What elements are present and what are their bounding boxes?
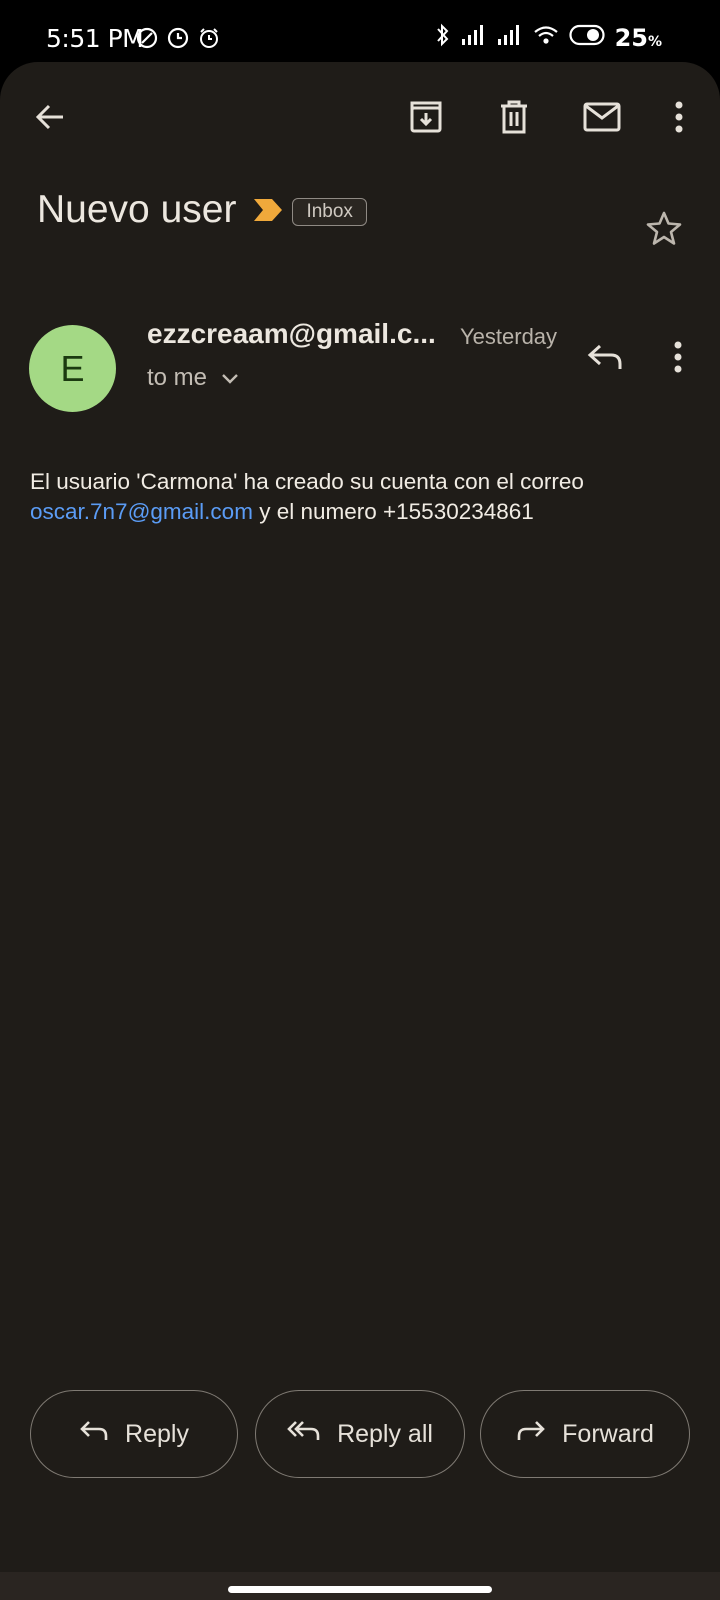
status-bar: 5:51 PM 25% [0, 0, 720, 62]
reply-button[interactable]: Reply [30, 1390, 238, 1478]
reply-label: Reply [125, 1419, 189, 1448]
quick-reply-button[interactable] [580, 334, 630, 384]
signal-icon [497, 24, 523, 51]
archive-button[interactable] [398, 91, 454, 147]
recipient-details-toggle[interactable]: to me [147, 364, 239, 392]
chevron-down-icon [221, 364, 239, 392]
wifi-icon [533, 24, 559, 51]
reply-icon [587, 342, 623, 377]
no-disturb-icon [136, 27, 158, 54]
reply-icon [79, 1419, 109, 1450]
more-options-button[interactable] [651, 91, 707, 147]
recipient-text: to me [147, 364, 208, 391]
home-indicator[interactable] [228, 1586, 492, 1593]
battery-saver-toggle-icon [568, 24, 605, 51]
delete-button[interactable] [486, 91, 542, 147]
email-body: El usuario 'Carmona' ha creado su cuenta… [30, 467, 690, 527]
forward-icon [516, 1419, 546, 1450]
body-suffix: y el numero +15530234861 [259, 499, 534, 524]
reply-all-icon [287, 1419, 321, 1450]
reply-all-label: Reply all [337, 1419, 433, 1448]
delete-icon [497, 99, 531, 140]
sender-avatar[interactable]: E [29, 325, 116, 412]
message-more-button[interactable] [656, 334, 700, 384]
importance-marker-icon[interactable] [252, 197, 284, 228]
alarm-icon [198, 27, 220, 54]
clock-icon [167, 27, 189, 54]
archive-icon [408, 99, 444, 140]
signal-icon [461, 24, 487, 51]
status-right-icons: 25% [435, 22, 662, 53]
star-icon [645, 210, 683, 251]
reply-all-button[interactable]: Reply all [255, 1390, 465, 1478]
star-button[interactable] [640, 206, 688, 254]
battery-percent: 25% [614, 23, 662, 52]
email-date: Yesterday [460, 324, 558, 349]
forward-button[interactable]: Forward [480, 1390, 690, 1478]
forward-label: Forward [562, 1419, 654, 1448]
mark-unread-icon [583, 102, 621, 137]
back-button[interactable] [22, 91, 78, 147]
mark-unread-button[interactable] [574, 91, 630, 147]
more-vert-icon [673, 341, 683, 378]
back-arrow-icon [33, 100, 67, 139]
body-text: El usuario 'Carmona' ha creado su cuenta… [30, 469, 584, 494]
bluetooth-icon [435, 22, 451, 53]
body-email-link[interactable]: oscar.7n7@gmail.com [30, 499, 253, 524]
status-time: 5:51 PM [46, 24, 144, 53]
email-subject: Nuevo user [37, 188, 237, 231]
inbox-label-chip[interactable]: Inbox [292, 198, 367, 226]
more-vert-icon [674, 101, 684, 138]
status-left-icons [136, 27, 220, 54]
sender-address[interactable]: ezzcreaam@gmail.c... [147, 318, 436, 350]
email-view: Nuevo user Inbox E ezzcreaam@gmail.c... … [0, 62, 720, 1600]
subject-row: Nuevo user Inbox [37, 188, 367, 232]
